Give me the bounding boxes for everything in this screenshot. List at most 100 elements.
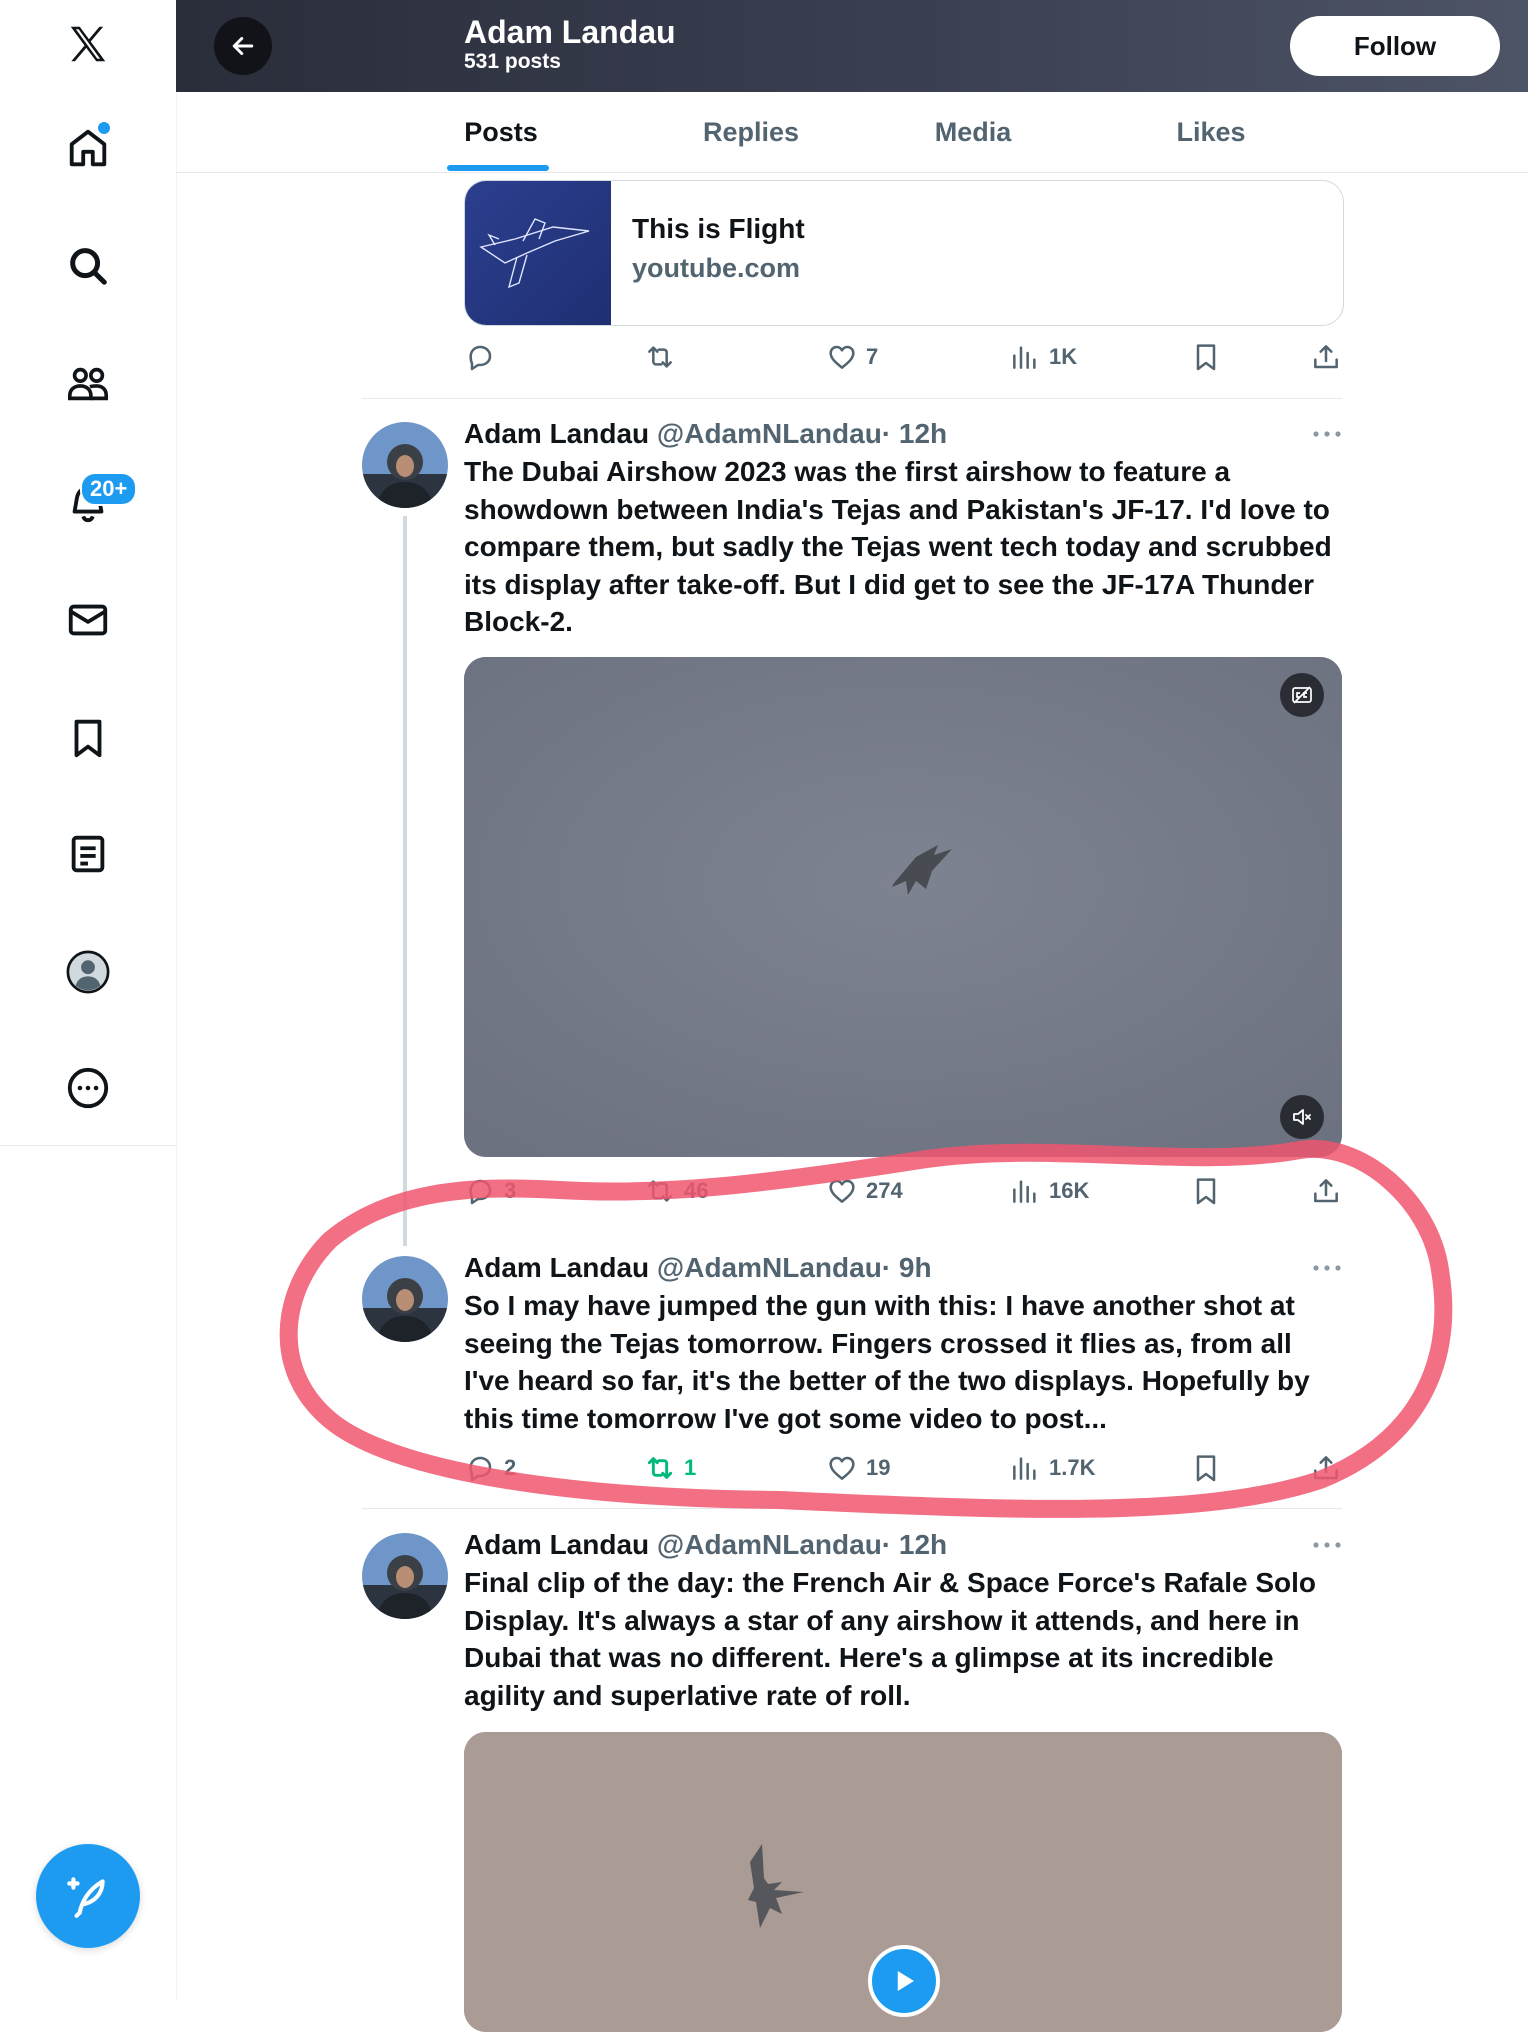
x-logo-icon[interactable] [56,12,120,76]
link-thumbnail [465,181,611,325]
arrow-left-icon [232,37,254,55]
view-count: 1K [1049,344,1078,369]
reply-button[interactable] [464,337,496,377]
muted-speaker-icon [1293,1109,1311,1125]
compose-button[interactable] [36,1844,140,1948]
author-name[interactable]: Adam Landau [464,418,649,449]
author-handle[interactable]: @AdamNLandau [657,1252,882,1283]
like-button[interactable]: 274 [826,1171,903,1211]
active-tab-indicator [447,165,549,171]
share-icon [1314,345,1338,369]
avatar[interactable] [362,1256,448,1342]
post-text: So I may have jumped the gun with this: … [464,1290,1310,1434]
sidebar-nav: 20+ [0,0,177,2000]
link-preview-card[interactable]: This is Flight youtube.com [464,180,1344,326]
bookmark-icon [1196,344,1216,371]
jet-in-flight-icon [464,657,1342,1157]
play-button[interactable] [868,1945,940,2017]
post-header: Adam Landau @AdamNLandau· 9h [464,1252,932,1284]
avatar[interactable] [362,422,448,508]
share-button[interactable] [1310,337,1342,377]
repost-button[interactable] [644,337,676,377]
profile-name: Adam Landau [464,14,676,50]
captions-off-icon [1292,686,1312,704]
profile-header: Adam Landau 531 posts Follow [176,0,1528,92]
tab-replies[interactable]: Replies [676,92,826,172]
author-handle[interactable]: @AdamNLandau [657,1529,882,1560]
like-button[interactable]: 19 [826,1448,890,1488]
bookmark-button[interactable] [1190,337,1222,377]
search-icon[interactable] [56,234,120,298]
views-icon [1013,1457,1036,1480]
views-button[interactable]: 1K [1009,337,1077,377]
tab-likes[interactable]: Likes [1136,92,1286,172]
reply-icon [469,1179,492,1205]
bookmark-icon [1196,1455,1216,1482]
heart-icon [829,1179,855,1203]
repost-count: 46 [684,1178,709,1203]
reply-icon [469,1456,492,1482]
post-actions: 2 1 19 1.7K [464,1448,1342,1488]
back-button[interactable] [214,17,272,75]
author-handle[interactable]: @AdamNLandau [657,418,882,449]
bookmarks-icon[interactable] [56,706,120,770]
repost-button[interactable]: 46 [644,1171,708,1211]
share-button[interactable] [1310,1171,1342,1211]
captions-button[interactable] [1280,673,1324,717]
post-count: 531 posts [464,50,561,73]
reply-button[interactable]: 3 [464,1171,516,1211]
compose-feather-icon [67,1877,105,1918]
communities-icon[interactable] [56,352,120,416]
notifications-badge: 20+ [80,472,138,506]
views-icon [1013,1180,1036,1203]
post-divider [362,1508,1342,1509]
bookmark-button[interactable] [1190,1171,1222,1211]
more-icon[interactable] [56,1056,120,1120]
repost-icon [647,1457,673,1479]
views-button[interactable]: 16K [1009,1171,1089,1211]
bookmark-icon [1196,1178,1216,1205]
like-button[interactable]: 7 [826,337,878,377]
author-name[interactable]: Adam Landau [464,1252,649,1283]
views-button[interactable]: 1.7K [1009,1448,1095,1488]
post-time[interactable]: · 9h [882,1252,932,1283]
repost-icon [648,1180,672,1202]
profile-icon[interactable] [56,940,120,1004]
profile-tabs: Posts Replies Media Likes [176,92,1528,173]
share-icon [1314,1179,1338,1203]
link-domain: youtube.com [632,253,801,283]
author-name[interactable]: Adam Landau [464,1529,649,1560]
reply-count: 3 [504,1178,517,1203]
pilot-avatar-icon [362,422,448,508]
reply-button[interactable]: 2 [464,1448,516,1488]
more-options-icon[interactable] [1310,1258,1344,1278]
link-title: This is Flight [632,213,805,244]
repost-button[interactable]: 1 [644,1448,696,1488]
share-button[interactable] [1310,1448,1342,1488]
mute-button[interactable] [1280,1095,1324,1139]
tab-posts[interactable]: Posts [426,92,576,172]
tab-media[interactable]: Media [898,92,1048,172]
home-unread-dot [96,120,112,136]
post-time[interactable]: · 12h [882,1529,947,1560]
view-count: 16K [1049,1178,1090,1203]
bookmark-button[interactable] [1190,1448,1222,1488]
messages-icon[interactable] [56,588,120,652]
heart-icon [829,345,855,369]
views-icon [1013,346,1036,369]
video-player[interactable] [464,657,1342,1157]
sidebar-divider [0,1145,176,1146]
reply-icon [469,345,492,371]
post-actions: 3 46 274 16K [464,1171,1342,1211]
follow-button[interactable]: Follow [1290,16,1500,76]
more-options-icon[interactable] [1310,424,1344,444]
avatar[interactable] [362,1533,448,1619]
repost-icon [648,346,672,368]
post-time[interactable]: · 12h [882,418,947,449]
view-count: 1.7K [1049,1455,1096,1480]
post-text: The Dubai Airshow 2023 was the first air… [464,456,1332,637]
lists-icon[interactable] [56,822,120,886]
share-icon [1314,1456,1338,1480]
more-options-icon[interactable] [1310,1535,1344,1555]
post-header: Adam Landau @AdamNLandau· 12h [464,418,947,450]
